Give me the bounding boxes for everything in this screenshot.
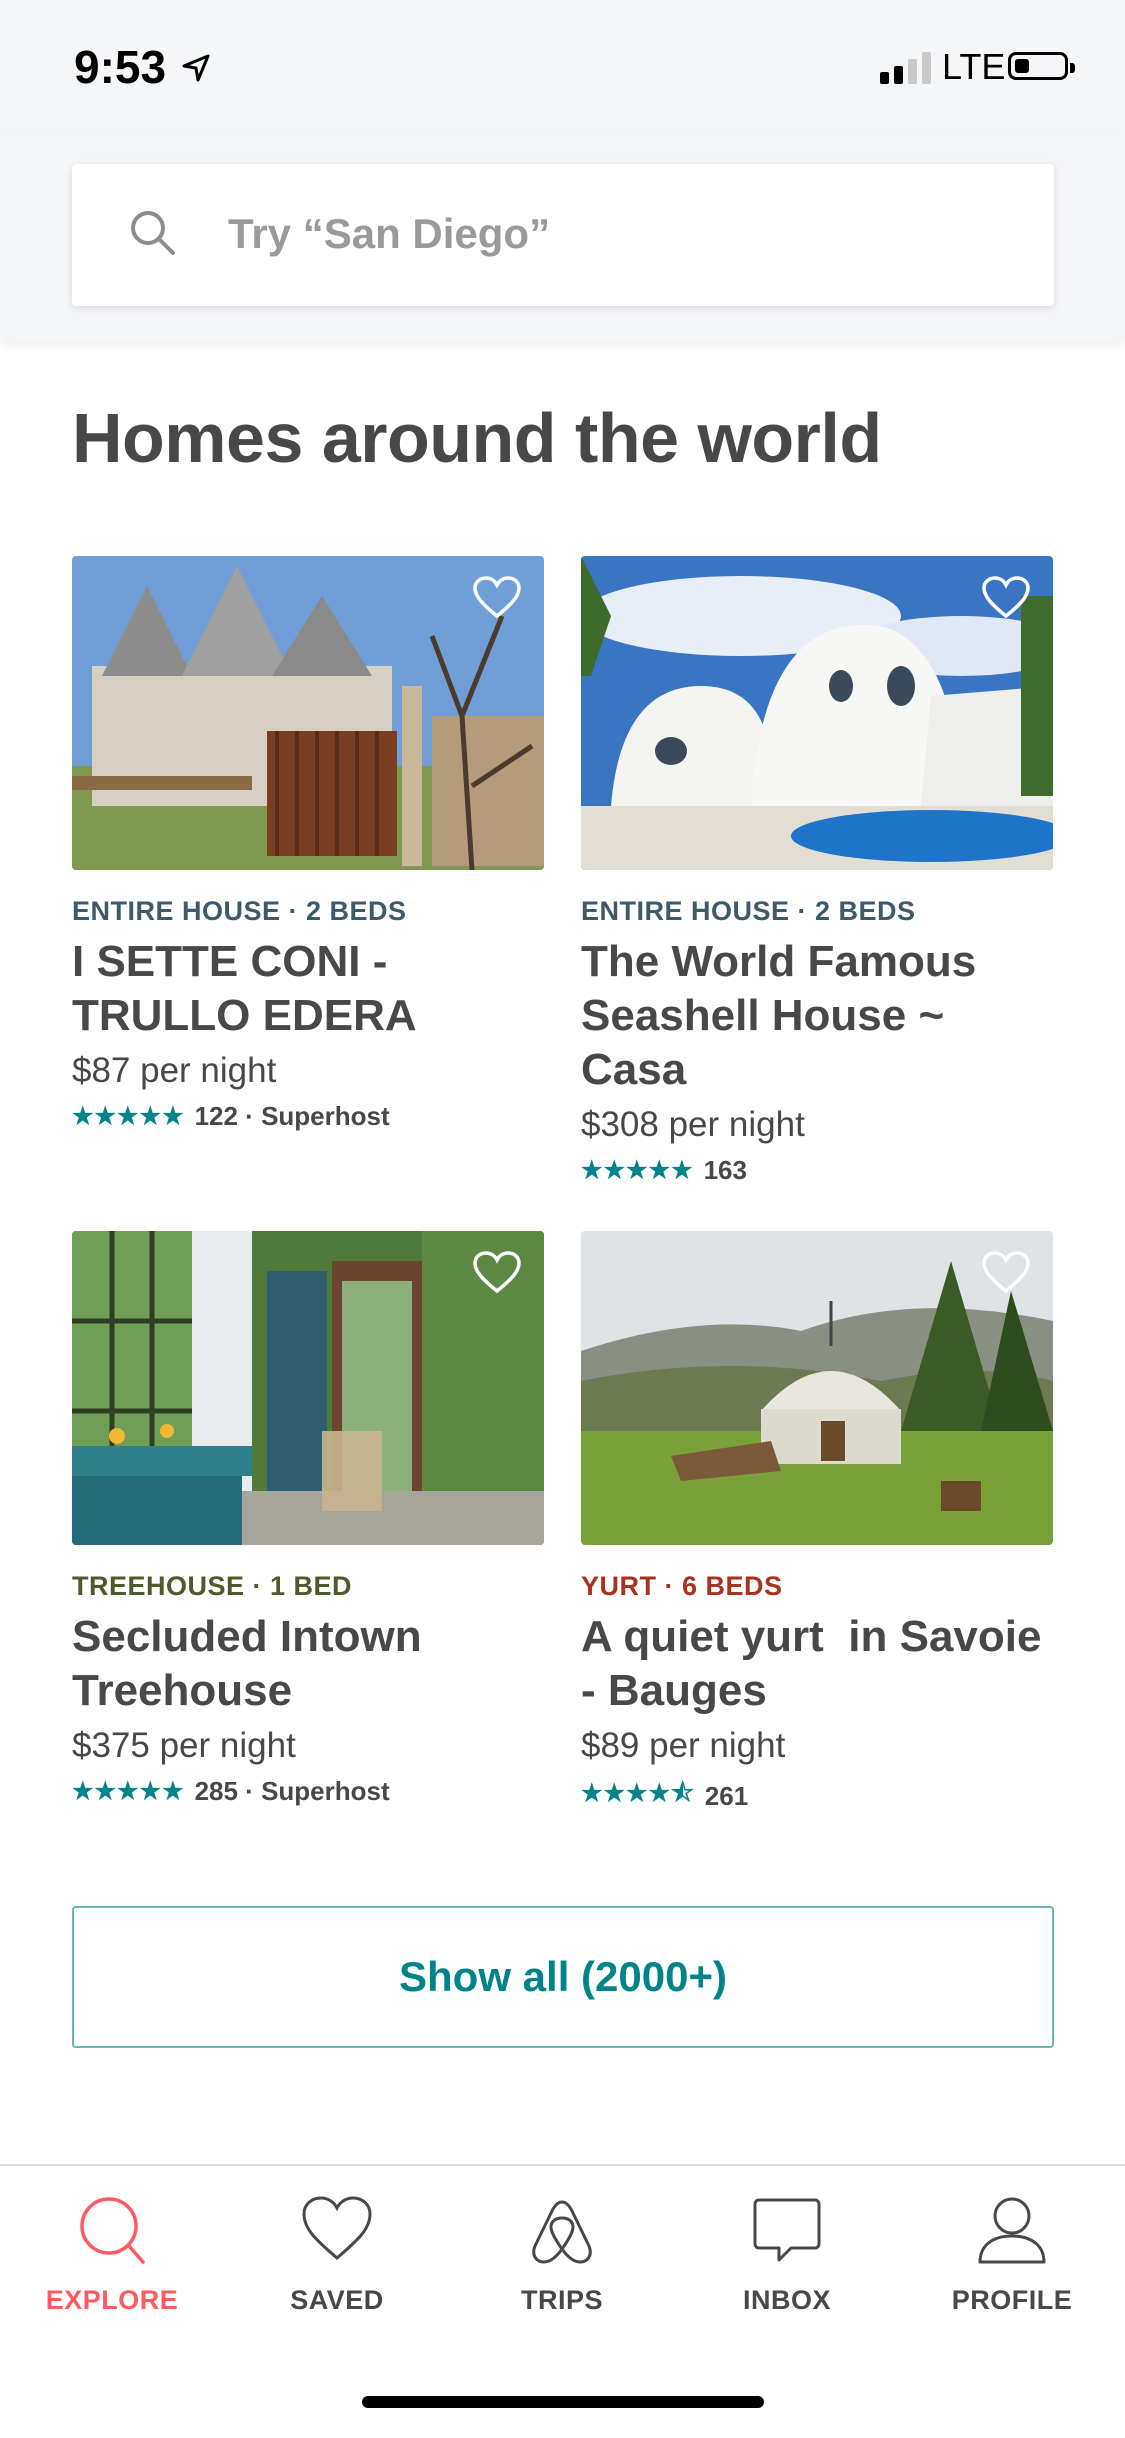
tab-label: SAVED [290, 2285, 384, 2315]
heart-icon[interactable] [981, 576, 1031, 620]
listing-kind: TREEHOUSE · 1 BED [72, 1571, 353, 1601]
tab-inbox[interactable]: INBOX [707, 2194, 867, 2316]
listing-name: The World Famous Seashell House ~ Casa [581, 937, 977, 1094]
listing-kind: ENTIRE HOUSE · 2 BEDS [72, 896, 407, 926]
tab-label: INBOX [742, 2285, 831, 2315]
listing-price: $87 per night [72, 1051, 277, 1090]
listing-rating: ★★★★⯪ 261 [581, 1776, 1053, 1817]
listing-rating: ★★★★★ 163 [581, 1155, 1053, 1186]
show-all-button[interactable]: Show all (2000+) [72, 1906, 1054, 2048]
airbnb-logo-icon [532, 2200, 592, 2264]
listing-rating: ★★★★★ 285 · Superhost [72, 1776, 544, 1807]
listing-name: I SETTE CONI - TRULLO EDERA [72, 937, 417, 1040]
review-count: 285 · Superhost [194, 1776, 390, 1806]
listing-card[interactable]: ENTIRE HOUSE · 2 BEDS I SETTE CONI - TRU… [72, 556, 544, 1132]
tab-trips[interactable]: TRIPS [482, 2194, 642, 2316]
heart-icon [302, 2196, 372, 2260]
listing-card[interactable]: YURT · 6 BEDS A quiet yurt in Savoie - B… [581, 1231, 1053, 1817]
listing-photo[interactable] [72, 1231, 544, 1545]
message-icon [753, 2198, 821, 2262]
star-rating-icon: ★★★★⯪ [581, 1780, 695, 1807]
review-count: 122 · Superhost [194, 1101, 390, 1131]
search-icon [80, 2197, 145, 2264]
search-placeholder: Try “San Diego” [228, 210, 551, 257]
signal-strength-icon [880, 52, 931, 84]
tab-explore[interactable]: EXPLORE [32, 2194, 192, 2316]
listing-card[interactable]: TREEHOUSE · 1 BED Secluded Intown Treeho… [72, 1231, 544, 1807]
listing-rating: ★★★★★ 122 · Superhost [72, 1101, 544, 1132]
star-rating-icon: ★★★★★ [72, 1778, 185, 1805]
review-count: 163 [703, 1155, 747, 1185]
review-count: 261 [704, 1781, 749, 1811]
network-type: LTE [942, 46, 1006, 87]
battery-icon [1008, 52, 1075, 80]
listing-card[interactable]: ENTIRE HOUSE · 2 BEDS The World Famous S… [581, 556, 1053, 1186]
heart-icon[interactable] [472, 576, 522, 620]
status-bar: 9:53 LTE [0, 0, 1125, 130]
heart-icon[interactable] [981, 1251, 1031, 1295]
tab-profile[interactable]: PROFILE [932, 2194, 1092, 2316]
status-time: 9:53 [74, 41, 167, 93]
listing-photo[interactable] [72, 556, 544, 870]
star-rating-icon: ★★★★★ [72, 1103, 185, 1130]
tab-saved[interactable]: SAVED [257, 2194, 417, 2316]
listing-photo[interactable] [581, 556, 1053, 870]
home-indicator[interactable] [362, 2396, 764, 2408]
search-icon [131, 211, 175, 255]
listing-kind: ENTIRE HOUSE · 2 BEDS [581, 896, 916, 926]
search-header: Try “San Diego” [0, 130, 1125, 340]
star-rating-icon: ★★★★★ [581, 1157, 694, 1184]
tab-label: EXPLORE [45, 2285, 179, 2315]
user-icon [978, 2197, 1046, 2264]
listing-price: $308 per night [581, 1105, 805, 1144]
listing-price: $89 per night [581, 1726, 786, 1765]
listing-kind: YURT · 6 BEDS [581, 1571, 783, 1601]
tab-label: TRIPS [520, 2285, 603, 2315]
section-title: Homes around the world [72, 399, 882, 477]
listing-name: A quiet yurt in Savoie - Bauges [581, 1612, 1054, 1715]
tab-label: PROFILE [951, 2285, 1073, 2315]
listing-photo[interactable] [581, 1231, 1053, 1545]
listing-price: $375 per night [72, 1726, 296, 1765]
listing-name: Secluded Intown Treehouse [72, 1612, 422, 1715]
heart-icon[interactable] [472, 1251, 522, 1295]
search-input[interactable]: Try “San Diego” [72, 164, 1054, 306]
location-arrow-icon [182, 54, 210, 82]
